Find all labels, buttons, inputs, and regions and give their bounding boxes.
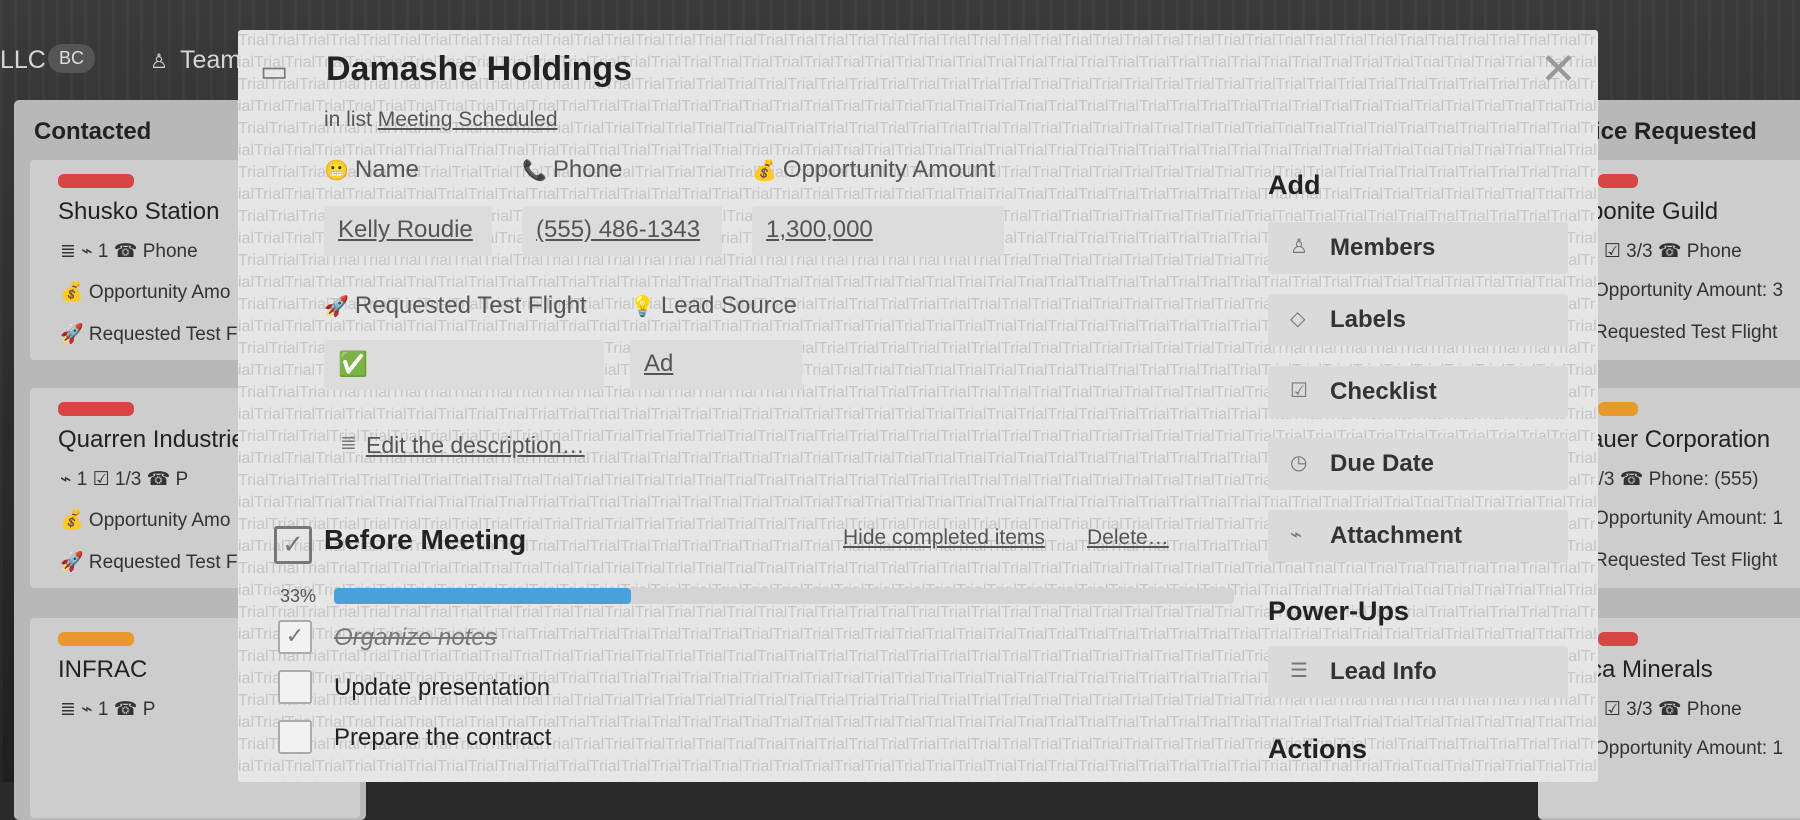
checklist-item-checkbox[interactable] [278, 670, 312, 704]
button-label: Due Date [1330, 450, 1435, 477]
field-label-text: Phone [552, 156, 623, 183]
opportunity-amount-field[interactable]: 1,300,000 [752, 206, 1004, 256]
checklist-progress-bar [334, 588, 1234, 604]
checklist-item-checkbox[interactable] [278, 720, 312, 754]
field-value: (555) 486-1343 [536, 216, 701, 243]
checklist-icon: ☑ [1290, 380, 1308, 402]
checklist-item-text[interactable]: Organize notes [334, 624, 497, 652]
field-label-test-flight: 🚀 Requested Test Flight [324, 292, 587, 320]
money-bag-icon: 💰 [752, 160, 777, 182]
attachment-button[interactable]: ⌁ Attachment [1268, 510, 1568, 562]
card-title[interactable]: Damashe Holdings [326, 50, 632, 89]
field-value: Kelly Roudie [338, 216, 473, 243]
lead-info-icon: ☰ [1290, 660, 1308, 682]
field-label-text: Lead Source [660, 292, 798, 319]
check-mark-icon: ✅ [338, 351, 368, 378]
add-heading: Add [1268, 170, 1321, 200]
button-label: Attachment [1330, 522, 1463, 549]
button-label: Lead Info [1330, 658, 1437, 685]
hide-completed-link[interactable]: Hide completed items [843, 526, 1045, 550]
list-name-link[interactable]: Meeting Scheduled [378, 108, 558, 131]
checklist-title[interactable]: Before Meeting [324, 524, 526, 556]
close-icon[interactable]: ✕ [1540, 44, 1577, 95]
lead-info-button[interactable]: ☰ Lead Info [1268, 646, 1568, 698]
test-flight-checkbox-field[interactable]: ✅ [324, 340, 604, 390]
delete-checklist-link[interactable]: Delete… [1087, 526, 1169, 550]
checklist-item-checkbox[interactable]: ✓ [278, 620, 312, 654]
field-value: Ad [644, 350, 674, 377]
description-icon: ≣ [340, 432, 357, 454]
field-label-opportunity: 💰 Opportunity Amount [752, 156, 995, 184]
member-icon: ♙ [1290, 236, 1308, 258]
field-label-phone: 📞 Phone [522, 156, 622, 184]
field-label-name: 😬 Name [324, 156, 419, 184]
rocket-icon: 🚀 [324, 296, 349, 318]
progress-percent: 33% [280, 586, 317, 606]
field-label-text: Requested Test Flight [354, 292, 587, 319]
power-ups-heading: Power-Ups [1268, 596, 1410, 626]
edit-description-link[interactable]: Edit the description… [366, 432, 585, 459]
button-label: Members [1330, 234, 1436, 261]
members-button[interactable]: ♙ Members [1268, 222, 1568, 274]
due-date-button[interactable]: ◷ Due Date [1268, 438, 1568, 490]
phone-field[interactable]: (555) 486-1343 [522, 206, 722, 256]
checklist-button[interactable]: ☑ Checklist [1268, 366, 1568, 418]
labels-button[interactable]: ◇ Labels [1268, 294, 1568, 346]
grimace-icon: 😬 [324, 160, 349, 182]
in-list-prefix: in list [324, 108, 372, 131]
checklist-icon: ✓ [274, 526, 312, 564]
paperclip-icon: ⌁ [1290, 524, 1303, 546]
phone-icon: 📞 [522, 160, 547, 182]
actions-heading: Actions [1268, 734, 1368, 764]
field-label-text: Name [354, 156, 419, 183]
clock-icon: ◷ [1290, 452, 1308, 474]
in-list-text: in list Meeting Scheduled [324, 108, 558, 132]
label-icon: ◇ [1290, 308, 1306, 330]
name-field[interactable]: Kelly Roudie [324, 206, 492, 256]
card-detail-modal: TrialTrialTrialTrialTrialTrialTrialTrial… [238, 30, 1598, 782]
button-label: Labels [1330, 306, 1407, 333]
lightbulb-icon: 💡 [630, 296, 655, 318]
field-label-lead-source: 💡 Lead Source [630, 292, 797, 320]
checklist-item-text[interactable]: Prepare the contract [334, 724, 551, 752]
progress-fill [334, 588, 631, 604]
checklist-item-text[interactable]: Update presentation [334, 674, 550, 702]
field-value: 1,300,000 [766, 216, 873, 243]
field-label-text: Opportunity Amount [782, 156, 996, 183]
lead-source-field[interactable]: Ad [630, 340, 802, 390]
card-icon: ▭ [260, 55, 289, 88]
button-label: Checklist [1330, 378, 1437, 405]
